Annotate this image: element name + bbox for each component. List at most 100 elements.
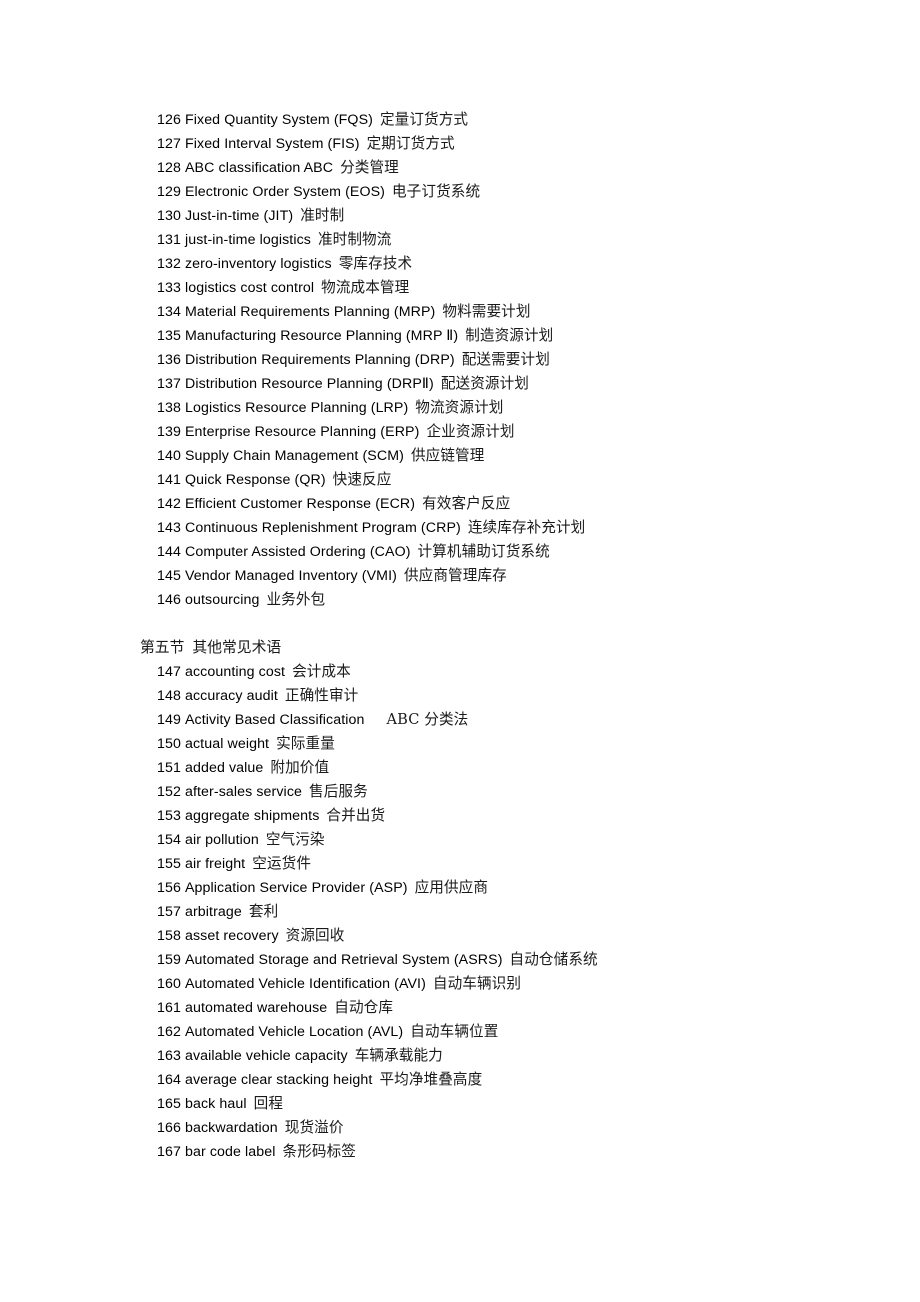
entry-number: 130 [157, 208, 181, 224]
glossary-entry: 127 Fixed Interval System (FIS) 定期订货方式 [140, 132, 860, 156]
glossary-entry: 163 available vehicle capacity 车辆承载能力 [140, 1044, 860, 1068]
entry-gloss-zh: 平均净堆叠高度 [379, 1071, 483, 1088]
entry-gloss-zh: 套利 [248, 903, 279, 920]
entry-gloss-zh: 车辆承载能力 [354, 1047, 443, 1064]
entry-number: 163 [157, 1048, 181, 1064]
entry-term-en: Automated Vehicle Location (AVL) [184, 1024, 404, 1040]
section-title: 其他常见术语 [192, 639, 282, 656]
glossary-entry: 143 Continuous Replenishment Program (CRP… [140, 516, 860, 540]
entry-number: 140 [157, 448, 181, 464]
entry-gloss-zh: 自动车辆识别 [432, 975, 522, 992]
entry-gloss-zh: 准时制物流 [317, 231, 392, 248]
entry-term-en: Material Requirements Planning (MRP) [184, 304, 436, 320]
entry-gloss-zh: 空运货件 [252, 855, 312, 872]
glossary-entry: 157 arbitrage 套利 [140, 900, 860, 924]
glossary-entry: 156 Application Service Provider (ASP) 应用供… [140, 876, 860, 900]
entry-number: 126 [157, 112, 181, 128]
glossary-entry: 135 Manufacturing Resource Planning (MRP … [140, 324, 860, 348]
entry-gloss-zh: 条形码标签 [282, 1143, 356, 1160]
entry-number: 133 [157, 280, 181, 296]
entry-gloss-zh: 回程 [253, 1095, 284, 1112]
glossary-entry: 152 after-sales service 售后服务 [140, 780, 860, 804]
entry-term-en: Efficient Customer Response (ECR) [184, 496, 416, 512]
entry-term-en: Logistics Resource Planning (LRP) [184, 400, 409, 416]
entry-gloss-zh: 空气污染 [265, 831, 325, 848]
glossary-entry: 126 Fixed Quantity System (FQS) 定量订货方式 [140, 108, 860, 132]
entry-gloss-zh: 准时制 [300, 207, 345, 224]
entry-term-en: Supply Chain Management (SCM) [184, 448, 404, 464]
glossary-entry: 136 Distribution Requirements Planning (D… [140, 348, 860, 372]
glossary-entry: 130 Just-in-time (JIT) 准时制 [140, 204, 860, 228]
entry-number: 155 [157, 856, 181, 872]
entry-term-en: aggregate shipments [184, 808, 320, 824]
entry-gloss-zh: 应用供应商 [414, 879, 489, 896]
entry-term-en: added value [184, 760, 264, 776]
entry-number: 165 [157, 1096, 181, 1112]
entry-term-en: Fixed Interval System (FIS) [184, 136, 360, 152]
entry-number: 129 [157, 184, 181, 200]
glossary-entry: 133 logistics cost control 物流成本管理 [140, 276, 860, 300]
entry-term-en: Continuous Replenishment Program (CRP) [184, 520, 461, 536]
entry-number: 150 [157, 736, 181, 752]
entry-number: 160 [157, 976, 181, 992]
glossary-entry: 165 back haul 回程 [140, 1092, 860, 1116]
glossary-entry: 148 accuracy audit 正确性审计 [140, 684, 860, 708]
entry-number: 151 [157, 760, 181, 776]
glossary-entry: 140 Supply Chain Management (SCM) 供应链管理 [140, 444, 860, 468]
glossary-entry: 160 Automated Vehicle Identification (AVI… [140, 972, 860, 996]
entry-term-en: accounting cost [184, 664, 286, 680]
entry-term-en: Enterprise Resource Planning (ERP) [184, 424, 420, 440]
entry-term-en: air pollution [184, 832, 259, 848]
entry-term-en: outsourcing [184, 592, 260, 608]
entry-gloss-zh: 快速反应 [332, 471, 392, 488]
glossary-entry: 158 asset recovery 资源回收 [140, 924, 860, 948]
entry-gloss-zh: 资源回收 [285, 927, 345, 944]
entry-number: 152 [157, 784, 181, 800]
entry-number: 158 [157, 928, 181, 944]
glossary-entry: 145 Vendor Managed Inventory (VMI) 供应商管理库存 [140, 564, 860, 588]
glossary-entry: 155 air freight 空运货件 [140, 852, 860, 876]
entry-number: 142 [157, 496, 181, 512]
entry-number: 131 [157, 232, 181, 248]
glossary-entry: 129 Electronic Order System (EOS) 电子订货系统 [140, 180, 860, 204]
entry-term-en: Vendor Managed Inventory (VMI) [184, 568, 397, 584]
glossary-entry: 166 backwardation 现货溢价 [140, 1116, 860, 1140]
entry-number: 136 [157, 352, 181, 368]
entry-number: 157 [157, 904, 181, 920]
entry-gloss-zh: 自动仓储系统 [509, 951, 598, 968]
entry-term-en: bar code label [184, 1144, 276, 1160]
entry-number: 147 [157, 664, 181, 680]
entry-number: 153 [157, 808, 181, 824]
entry-number: 167 [157, 1144, 181, 1160]
entry-gloss-zh: 制造资源计划 [465, 327, 554, 344]
entry-number: 161 [157, 1000, 181, 1016]
glossary-entry: 139 Enterprise Resource Planning (ERP) 企业资… [140, 420, 860, 444]
entry-term-en: Just-in-time (JIT) [184, 208, 294, 224]
entry-term-en: backwardation [184, 1120, 278, 1136]
section-number-label: 第五节 [140, 639, 185, 656]
entry-number: 166 [157, 1120, 181, 1136]
glossary-entry: 153 aggregate shipments 合并出货 [140, 804, 860, 828]
glossary-entry: 138 Logistics Resource Planning (LRP) 物流资源… [140, 396, 860, 420]
glossary-entry: 167 bar code label 条形码标签 [140, 1140, 860, 1164]
glossary-entry: 142 Efficient Customer Response (ECR) 有效客户… [140, 492, 860, 516]
entry-gloss-zh: 会计成本 [292, 663, 351, 680]
glossary-entry: 144 Computer Assisted Ordering (CAO) 计算机辅助… [140, 540, 860, 564]
entry-gloss-zh: 物流成本管理 [321, 279, 410, 296]
entry-term-en: Distribution Resource Planning (DRPⅡ) [184, 376, 434, 392]
entry-number: 134 [157, 304, 181, 320]
glossary-entry: 128 ABC classification ABC 分类管理 [140, 156, 860, 180]
glossary-entry: 147 accounting cost 会计成本 [140, 660, 860, 684]
entry-gloss-zh: 现货溢价 [284, 1119, 344, 1136]
entry-gloss-zh: 物流资源计划 [415, 399, 504, 416]
entry-gloss-zh: 企业资源计划 [426, 423, 515, 440]
entry-term-en: Automated Vehicle Identification (AVI) [184, 976, 426, 992]
entry-term-en: Quick Response (QR) [184, 472, 326, 488]
glossary-entry: 141 Quick Response (QR) 快速反应 [140, 468, 860, 492]
glossary-entry: 131 just-in-time logistics 准时制物流 [140, 228, 860, 252]
entry-number: 149 [157, 712, 181, 728]
entry-number: 135 [157, 328, 181, 344]
entry-gloss-zh: 定期订货方式 [366, 135, 455, 152]
section-heading: 第五节 其他常见术语 [140, 636, 860, 660]
